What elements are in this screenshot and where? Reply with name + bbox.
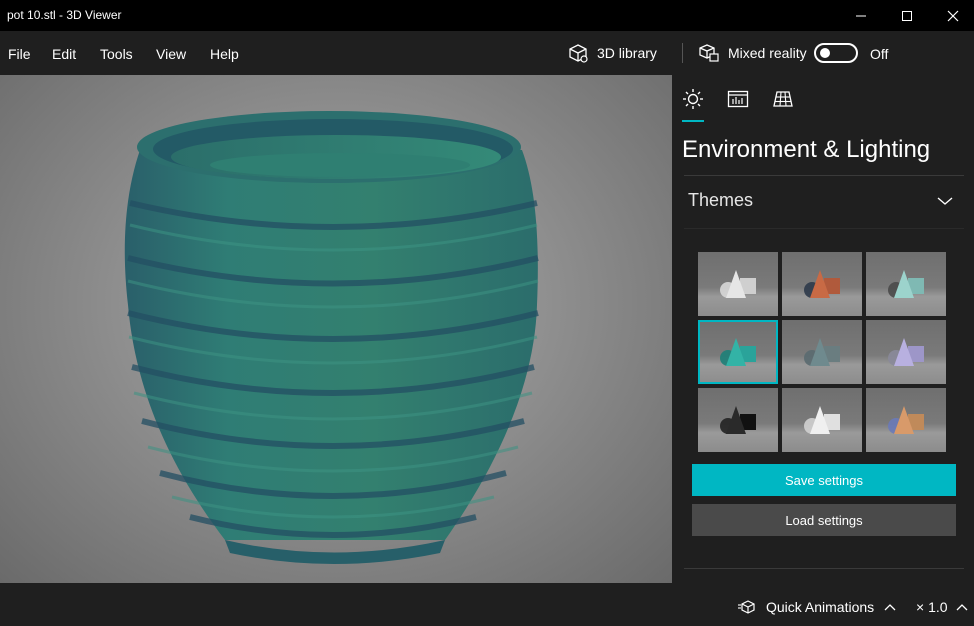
speed-selector[interactable]: × 1.0 (916, 599, 968, 615)
tab-stats[interactable] (725, 87, 751, 111)
animation-icon (738, 600, 755, 614)
panel-heading: Environment & Lighting (682, 136, 931, 163)
themes-divider (684, 228, 964, 229)
menu-bar: File Edit Tools View Help 3D library Mix… (0, 31, 974, 75)
menu-tools[interactable]: Tools (100, 46, 133, 62)
mixed-reality-state: Off (870, 46, 889, 62)
cube-icon (569, 44, 588, 63)
menu-separator (682, 43, 683, 63)
quick-animations-label: Quick Animations (766, 599, 875, 615)
grid-icon (773, 91, 793, 107)
themes-expander[interactable] (936, 194, 954, 212)
tab-mesh[interactable] (770, 87, 796, 111)
menu-edit[interactable]: Edit (52, 46, 76, 62)
mixed-reality-button[interactable]: Mixed reality (698, 42, 807, 64)
speed-label: × 1.0 (916, 599, 948, 615)
close-icon (947, 10, 959, 21)
menu-view[interactable]: View (156, 46, 186, 62)
maximize-icon (902, 10, 912, 21)
mixed-reality-toggle[interactable] (814, 43, 858, 63)
title-bar: pot 10.stl - 3D Viewer (0, 0, 974, 31)
tab-environment[interactable] (680, 87, 706, 111)
theme-thumbnail[interactable] (866, 320, 946, 384)
chevron-down-icon (937, 197, 953, 205)
theme-thumbnail[interactable] (782, 252, 862, 316)
theme-thumbnail[interactable] (782, 320, 862, 384)
stats-icon (727, 90, 749, 108)
toggle-knob (820, 48, 830, 58)
chevron-up-icon (956, 604, 967, 611)
window-title: pot 10.stl - 3D Viewer (7, 8, 122, 22)
pot-model[interactable] (0, 75, 672, 583)
status-bar: Quick Animations × 1.0 (0, 583, 974, 626)
panel-bottom-divider (684, 568, 964, 569)
3d-library-button[interactable]: 3D library (567, 42, 657, 64)
3d-viewport[interactable] (0, 75, 672, 583)
menu-help[interactable]: Help (210, 46, 239, 62)
minimize-button[interactable] (838, 0, 884, 31)
close-button[interactable] (930, 0, 974, 31)
theme-thumbnail[interactable] (866, 252, 946, 316)
sun-icon (683, 89, 703, 109)
chevron-up-icon (884, 604, 896, 611)
theme-thumbnail[interactable] (782, 388, 862, 452)
menu-file[interactable]: File (8, 46, 31, 62)
3d-library-label: 3D library (597, 45, 657, 61)
load-settings-button[interactable]: Load settings (692, 504, 956, 536)
maximize-button[interactable] (884, 0, 930, 31)
theme-thumbnail[interactable] (698, 320, 778, 384)
theme-thumbnail[interactable] (866, 388, 946, 452)
quick-animations-button[interactable]: Quick Animations (738, 599, 896, 615)
theme-thumbnail[interactable] (698, 252, 778, 316)
mixed-reality-icon (699, 44, 719, 62)
save-settings-button[interactable]: Save settings (692, 464, 956, 496)
minimize-icon (856, 15, 866, 16)
theme-thumbnail[interactable] (698, 388, 778, 452)
active-tab-indicator (682, 120, 704, 122)
heading-divider (684, 175, 964, 176)
mixed-reality-label: Mixed reality (728, 45, 807, 61)
themes-header[interactable]: Themes (688, 190, 753, 211)
